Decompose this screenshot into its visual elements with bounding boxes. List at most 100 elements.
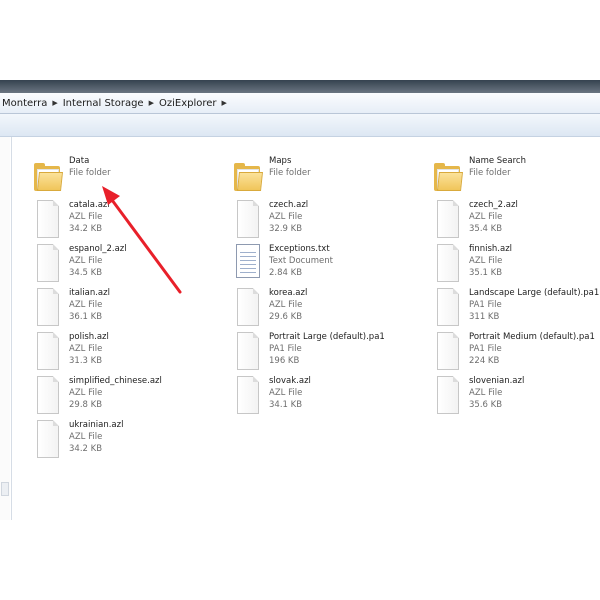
file-icon [32, 375, 62, 415]
item-size: 32.9 KB [269, 224, 303, 234]
file-item[interactable]: polish.azl AZL File 31.3 KB [32, 331, 212, 373]
folder-item[interactable]: Name Search File folder [432, 155, 600, 197]
item-type: AZL File [269, 300, 303, 310]
item-size: 29.6 KB [269, 312, 303, 322]
file-item[interactable]: Portrait Large (default).pa1 PA1 File 196 … [232, 331, 412, 373]
item-details: slovenian.azl AZL File 35.6 KB [469, 375, 600, 411]
item-size: 31.3 KB [69, 356, 103, 366]
file-icon [32, 287, 62, 327]
folder-item[interactable]: Data File folder [32, 155, 212, 197]
item-name: Landscape Large (default).pa1 [469, 288, 600, 298]
item-details: Landscape Large (default).pa1 PA1 File 311… [469, 287, 600, 323]
folder-icon [432, 155, 463, 195]
breadcrumb-internal-storage[interactable]: Internal Storage [60, 98, 147, 109]
item-name: Data [69, 156, 90, 166]
file-item[interactable]: slovenian.azl AZL File 35.6 KB [432, 375, 600, 417]
file-item[interactable]: czech.azl AZL File 32.9 KB [232, 199, 412, 241]
file-item[interactable]: slovak.azl AZL File 34.1 KB [232, 375, 412, 417]
file-item[interactable]: czech_2.azl AZL File 35.4 KB [432, 199, 600, 241]
item-details: Name Search File folder [469, 155, 600, 179]
file-explorer-window: Monterra ▶ Internal Storage ▶ OziExplore… [0, 80, 600, 520]
file-item[interactable]: Exceptions.txt Text Document 2.84 KB [232, 243, 412, 285]
item-name: korea.azl [269, 288, 308, 298]
file-item[interactable]: catala.azl AZL File 34.2 KB [32, 199, 212, 241]
item-name: Exceptions.txt [269, 244, 330, 254]
item-name: italian.azl [69, 288, 110, 298]
item-type: File folder [69, 168, 111, 178]
item-size: 311 KB [469, 312, 500, 322]
file-item[interactable]: espanol_2.azl AZL File 34.5 KB [32, 243, 212, 285]
file-item[interactable]: Portrait Medium (default).pa1 PA1 File 224… [432, 331, 600, 373]
file-item[interactable]: korea.azl AZL File 29.6 KB [232, 287, 412, 329]
file-icon [32, 331, 62, 371]
window-title-strip [0, 80, 600, 93]
item-type: AZL File [469, 256, 503, 266]
item-name: Portrait Medium (default).pa1 [469, 332, 595, 342]
item-size: 29.8 KB [69, 400, 103, 410]
file-item[interactable]: simplified_chinese.azl AZL File 29.8 KB [32, 375, 212, 417]
item-name: simplified_chinese.azl [69, 376, 162, 386]
item-type: PA1 File [469, 344, 502, 354]
item-name: czech.azl [269, 200, 309, 210]
scrollbar-thumb[interactable] [1, 482, 9, 496]
item-type: File folder [469, 168, 511, 178]
item-details: ukrainian.azl AZL File 34.2 KB [69, 419, 214, 455]
item-type: AZL File [69, 388, 103, 398]
folder-icon [32, 155, 63, 195]
item-size: 35.6 KB [469, 400, 503, 410]
item-details: finnish.azl AZL File 35.1 KB [469, 243, 600, 279]
file-icon [32, 243, 62, 283]
item-name: catala.azl [69, 200, 110, 210]
file-icon [32, 199, 62, 239]
item-type: PA1 File [269, 344, 302, 354]
item-size: 224 KB [469, 356, 500, 366]
item-type: AZL File [269, 388, 303, 398]
item-type: AZL File [69, 432, 103, 442]
file-item[interactable]: finnish.azl AZL File 35.1 KB [432, 243, 600, 285]
file-item[interactable]: italian.azl AZL File 36.1 KB [32, 287, 212, 329]
file-icon [432, 287, 462, 327]
item-size: 34.5 KB [69, 268, 103, 278]
item-name: czech_2.azl [469, 200, 518, 210]
file-icon [432, 375, 462, 415]
item-type: AZL File [69, 344, 103, 354]
item-size: 34.2 KB [69, 444, 103, 454]
item-size: 34.1 KB [269, 400, 303, 410]
item-name: finnish.azl [469, 244, 513, 254]
navigation-pane-scrollbar[interactable] [0, 137, 10, 520]
file-item[interactable]: ukrainian.azl AZL File 34.2 KB [32, 419, 212, 461]
item-details: Portrait Large (default).pa1 PA1 File 196 … [269, 331, 414, 367]
breadcrumb-chevron-icon[interactable]: ▶ [50, 99, 59, 107]
breadcrumb-oziexplorer[interactable]: OziExplorer [156, 98, 220, 109]
item-details: korea.azl AZL File 29.6 KB [269, 287, 414, 323]
item-size: 35.4 KB [469, 224, 503, 234]
command-toolbar [0, 114, 600, 137]
text-document-icon [232, 243, 262, 283]
item-details: simplified_chinese.azl AZL File 29.8 KB [69, 375, 214, 411]
breadcrumb-monterra[interactable]: Monterra [0, 98, 50, 109]
item-details: italian.azl AZL File 36.1 KB [69, 287, 214, 323]
item-name: slovenian.azl [469, 376, 525, 386]
breadcrumb-chevron-icon[interactable]: ▶ [220, 99, 229, 107]
breadcrumb-chevron-icon[interactable]: ▶ [147, 99, 156, 107]
item-type: File folder [269, 168, 311, 178]
file-list: Data File folder Maps File folder Name Searc… [11, 137, 600, 520]
item-name: ukrainian.azl [69, 420, 124, 430]
file-icon [232, 375, 262, 415]
item-size: 196 KB [269, 356, 300, 366]
item-size: 35.1 KB [469, 268, 503, 278]
item-name: Portrait Large (default).pa1 [269, 332, 385, 342]
folder-item[interactable]: Maps File folder [232, 155, 412, 197]
file-item[interactable]: Landscape Large (default).pa1 PA1 File 311… [432, 287, 600, 329]
address-bar[interactable]: Monterra ▶ Internal Storage ▶ OziExplore… [0, 93, 600, 114]
item-type: AZL File [269, 212, 303, 222]
folder-icon [232, 155, 263, 195]
file-icon [232, 199, 262, 239]
file-icon [32, 419, 62, 459]
item-details: czech.azl AZL File 32.9 KB [269, 199, 414, 235]
item-type: Text Document [269, 256, 333, 266]
item-type: AZL File [69, 212, 103, 222]
item-type: AZL File [469, 212, 503, 222]
item-size: 34.2 KB [69, 224, 103, 234]
item-name: Name Search [469, 156, 526, 166]
